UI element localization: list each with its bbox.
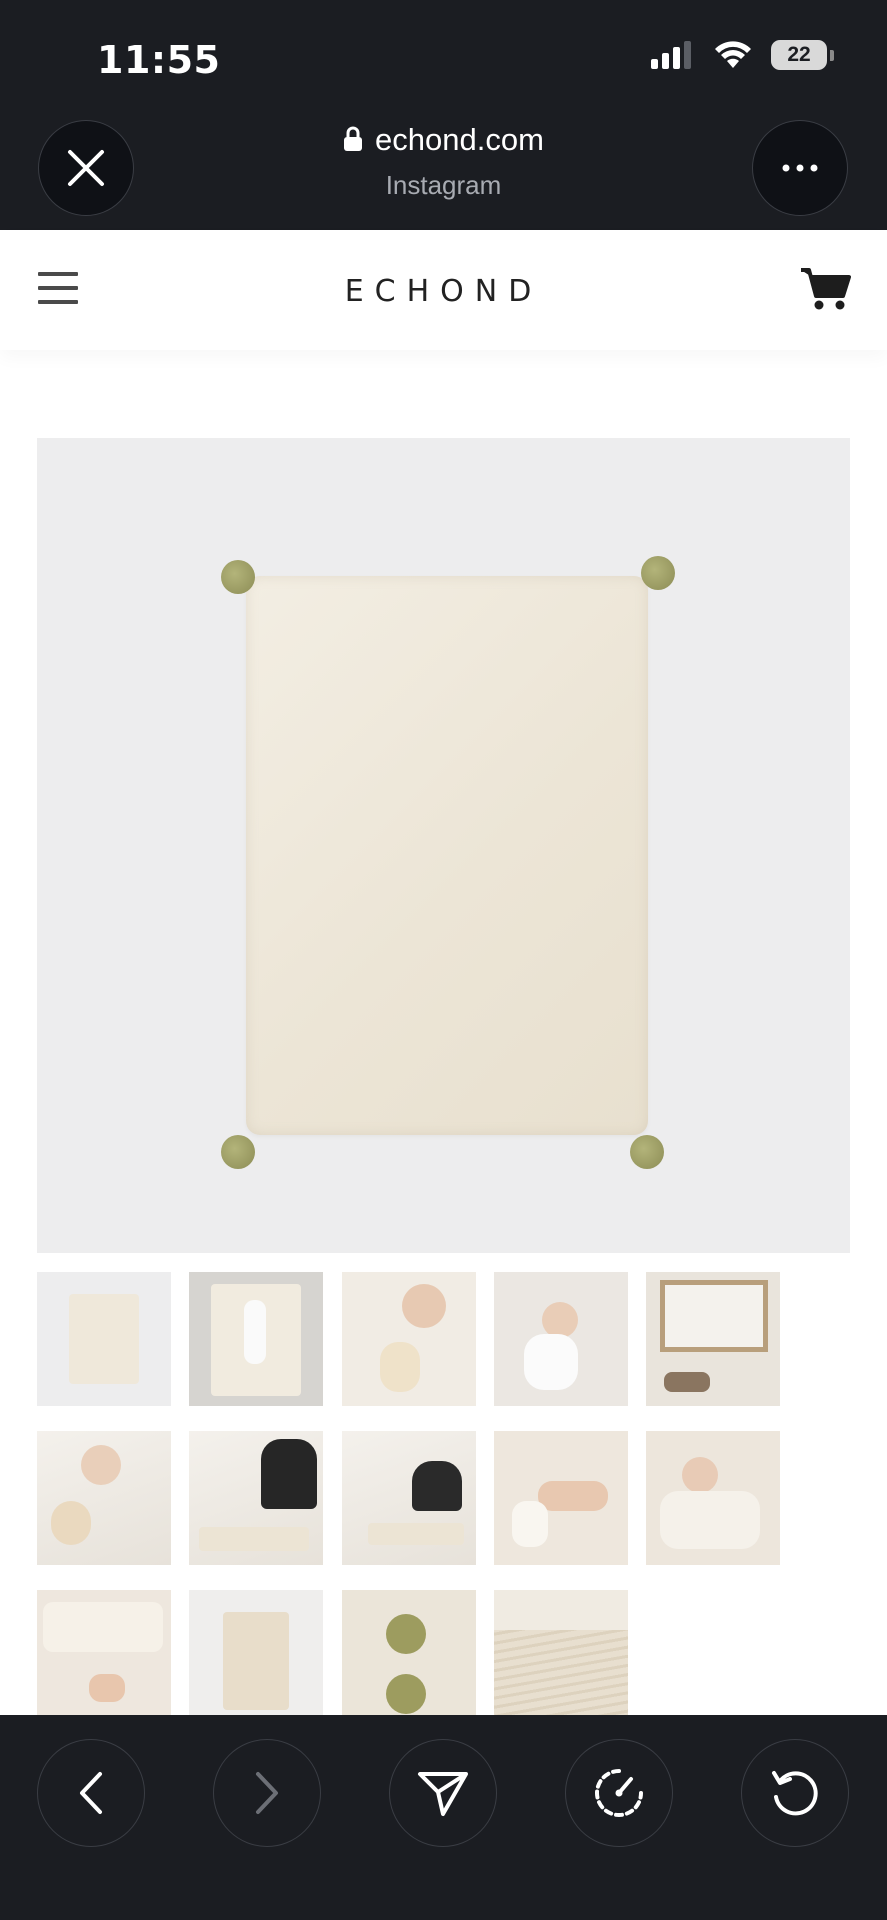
thumbnail-5[interactable] — [646, 1272, 780, 1406]
thumbnail-13[interactable] — [342, 1590, 476, 1724]
share-icon — [418, 1772, 468, 1816]
thumbnail-8[interactable] — [342, 1431, 476, 1565]
product-main-image[interactable] — [37, 438, 850, 1253]
thumbnail-3[interactable] — [342, 1272, 476, 1406]
reload-icon — [772, 1771, 818, 1816]
thumbnail-11[interactable] — [37, 1590, 171, 1724]
status-icons: 22 — [651, 40, 834, 70]
wifi-icon — [715, 41, 751, 68]
thumbnail-1[interactable] — [37, 1272, 171, 1406]
browser-bottom-toolbar — [0, 1715, 887, 1920]
pompom-bottom-left — [221, 1135, 255, 1169]
thumbnail-9[interactable] — [494, 1431, 628, 1565]
site-header: ECHOND — [0, 230, 887, 350]
browser-top-bar: 11:55 22 echond.com Instagram — [0, 0, 887, 230]
more-icon — [782, 164, 818, 172]
reload-button[interactable] — [741, 1739, 849, 1847]
thumbnail-4[interactable] — [494, 1272, 628, 1406]
thumbnail-10[interactable] — [646, 1431, 780, 1565]
cart-icon[interactable] — [799, 266, 851, 312]
back-button[interactable] — [37, 1739, 145, 1847]
thumbnail-6[interactable] — [37, 1431, 171, 1565]
thumbnail-12[interactable] — [189, 1590, 323, 1724]
back-icon — [80, 1772, 102, 1814]
url-domain: echond.com — [375, 122, 544, 157]
speed-button[interactable] — [565, 1739, 673, 1847]
share-button[interactable] — [389, 1739, 497, 1847]
more-button[interactable] — [752, 120, 848, 216]
speed-icon — [595, 1769, 643, 1817]
pompom-top-left — [221, 560, 255, 594]
lock-icon — [344, 126, 363, 151]
thumbnail-2[interactable] — [189, 1272, 323, 1406]
thumbnail-7[interactable] — [189, 1431, 323, 1565]
forward-icon — [256, 1772, 278, 1814]
pompom-top-right — [641, 556, 675, 590]
site-logo[interactable]: ECHOND — [0, 274, 887, 309]
cellular-signal-icon — [651, 41, 691, 69]
pompom-bottom-right — [630, 1135, 664, 1169]
battery-indicator: 22 — [771, 40, 834, 70]
forward-button[interactable] — [213, 1739, 321, 1847]
status-time: 11:55 — [97, 38, 221, 82]
thumbnail-14[interactable] — [494, 1590, 628, 1724]
baby-mattress — [246, 576, 648, 1135]
